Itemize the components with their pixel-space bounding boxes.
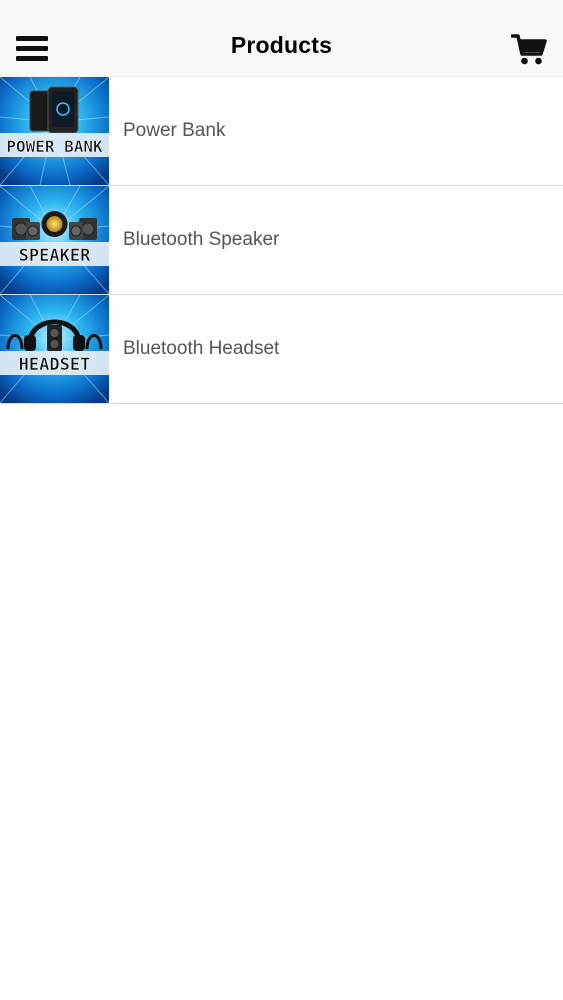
- product-row-bluetooth-headset[interactable]: HEADSET Bluetooth Headset: [0, 295, 563, 404]
- bluetooth-speaker-thumbnail: SPEAKER: [0, 186, 109, 294]
- product-list: POWER BANK Power Bank SPEAKER Bluetooth …: [0, 77, 563, 404]
- speaker-image-text: SPEAKER: [19, 246, 91, 266]
- bluetooth-headset-thumbnail: HEADSET: [0, 295, 109, 403]
- power-bank-image-text: POWER BANK: [6, 137, 103, 156]
- app-header: Products: [0, 0, 563, 77]
- power-bank-thumbnail: POWER BANK: [0, 77, 109, 185]
- product-name: Bluetooth Speaker: [123, 229, 280, 250]
- product-row-power-bank[interactable]: POWER BANK Power Bank: [0, 77, 563, 186]
- headset-image-text: HEADSET: [19, 355, 91, 375]
- product-name: Bluetooth Headset: [123, 338, 280, 359]
- shopping-cart-icon[interactable]: [510, 32, 547, 66]
- product-name: Power Bank: [123, 120, 226, 141]
- product-row-bluetooth-speaker[interactable]: SPEAKER Bluetooth Speaker: [0, 186, 563, 295]
- page-title: Products: [230, 32, 333, 58]
